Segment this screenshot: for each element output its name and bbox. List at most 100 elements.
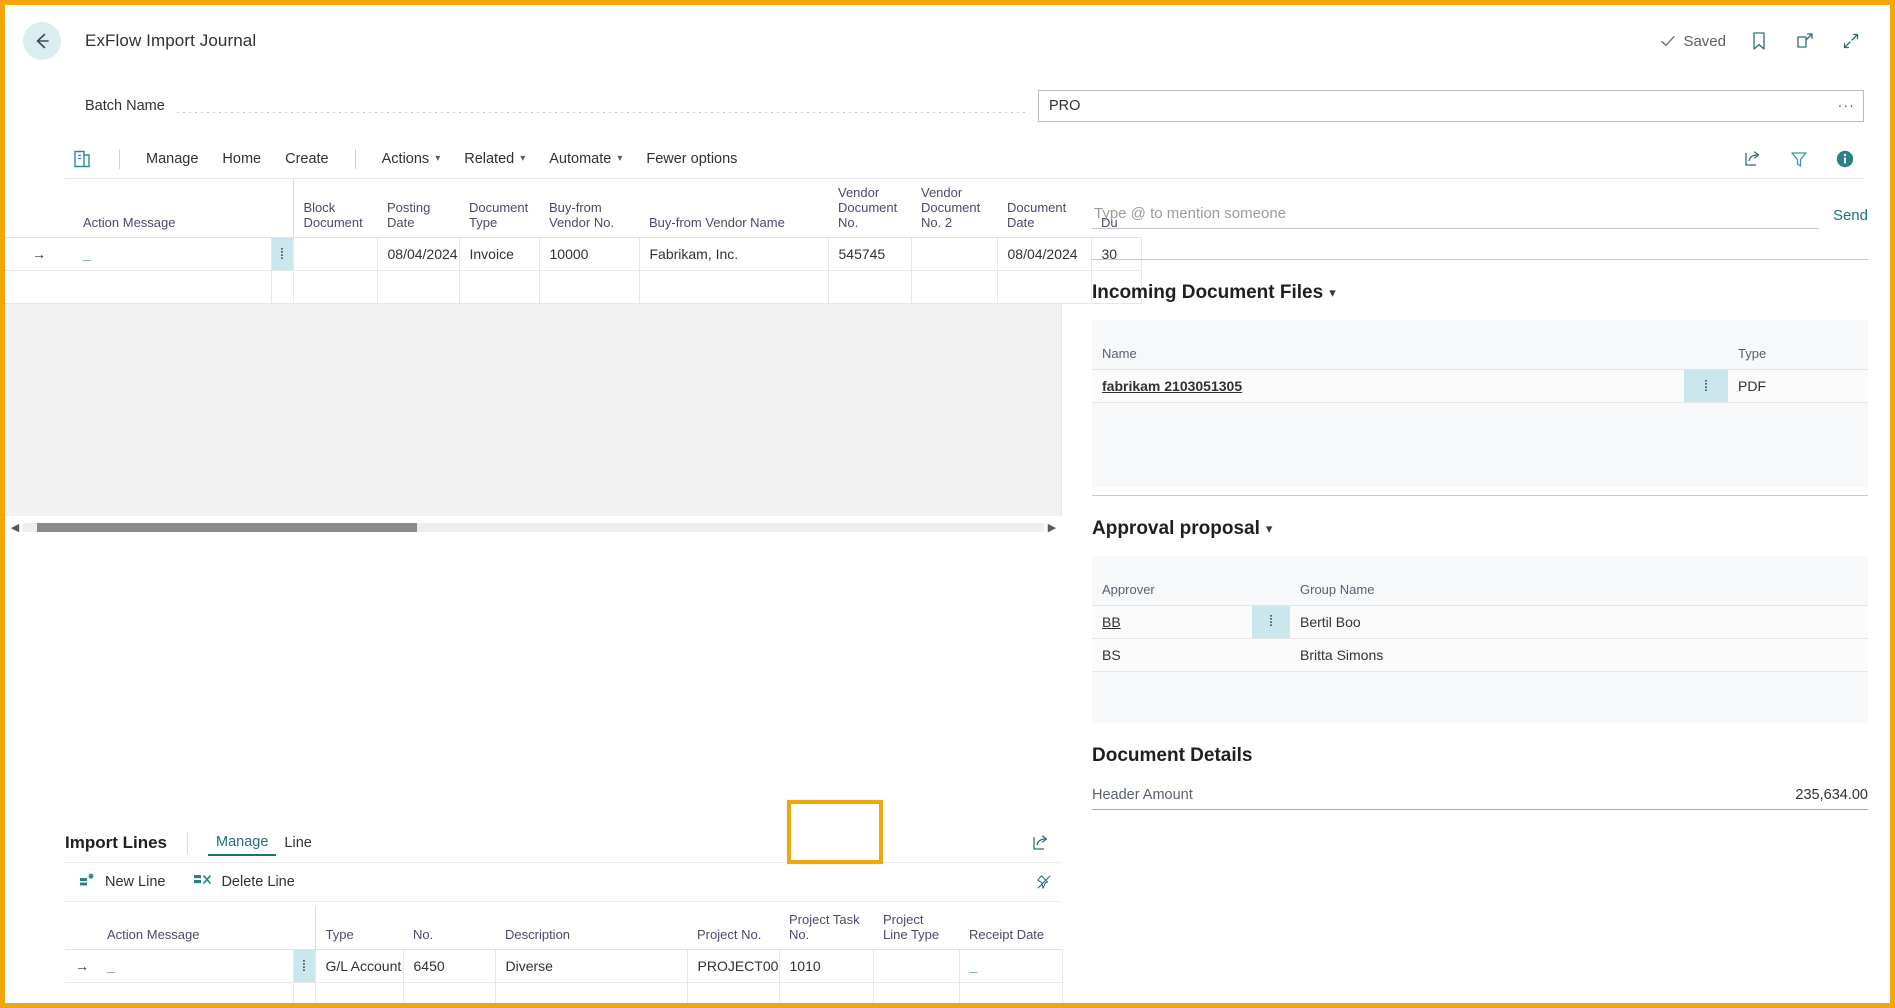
column-header-posting-date[interactable]: Posting Date [377, 179, 459, 238]
cell-empty[interactable] [495, 983, 687, 1008]
cell-empty[interactable] [639, 271, 828, 304]
cell-empty[interactable] [828, 271, 911, 304]
table-row[interactable]: → _ ⁞ 08/04/2024 Invoice 10000 Fabrikam,… [5, 238, 1141, 271]
cell-empty[interactable] [539, 271, 639, 304]
cell-group-name[interactable]: Bertil Boo [1290, 605, 1868, 638]
cell-empty[interactable] [687, 983, 779, 1008]
column-header-project-no[interactable]: Project No. [687, 906, 779, 950]
scroll-right-icon[interactable]: ▶ [1044, 521, 1060, 534]
column-header-block-document[interactable]: Block Document [293, 179, 377, 238]
cell-document-type[interactable]: Invoice [459, 238, 539, 271]
bookmark-icon[interactable] [1746, 28, 1772, 54]
cell-empty[interactable] [459, 271, 539, 304]
delete-line-button[interactable]: Delete Line [193, 872, 294, 892]
batch-name-lookup-button[interactable]: ··· [1838, 98, 1858, 114]
row-menu-button[interactable]: ⁞ [1684, 370, 1728, 403]
row-menu-button[interactable]: ⁞ [271, 238, 293, 271]
cell-file-name[interactable]: fabrikam 2103051305 [1092, 370, 1684, 403]
row-menu-button[interactable]: ⁞ [293, 950, 315, 983]
row-menu-button[interactable]: ⁞ [1252, 605, 1290, 638]
column-header-vendor-document-no-2[interactable]: Vendor Document No. 2 [911, 179, 997, 238]
column-header-vendor-document-no[interactable]: Vendor Document No. [828, 179, 911, 238]
table-row[interactable]: → _ ⁞ G/L Account 6450 Diverse PROJECT00… [65, 950, 1062, 983]
cell-empty[interactable] [779, 983, 873, 1008]
cell-block-document[interactable] [293, 238, 377, 271]
cell-type[interactable]: G/L Account [315, 950, 403, 983]
ribbon-menu-related[interactable]: Related ▾ [452, 145, 537, 173]
cell-empty[interactable] [959, 983, 1062, 1008]
chevron-down-icon[interactable]: ▾ [1266, 521, 1273, 537]
column-header-buy-from-vendor-name[interactable]: Buy-from Vendor Name [639, 179, 828, 238]
column-header-type[interactable]: Type [315, 906, 403, 950]
new-line-button[interactable]: New Line [79, 872, 165, 892]
cell-project-no[interactable]: PROJECT00010 [687, 950, 779, 983]
ribbon-item-manage[interactable]: Manage [134, 145, 210, 173]
cell-posting-date[interactable]: 08/04/2024 [377, 238, 459, 271]
cell-empty[interactable] [377, 271, 459, 304]
journal-grid-horizontal-scrollbar[interactable]: ◀ ▶ [5, 516, 1062, 538]
incoming-document-files-header[interactable]: Incoming Document Files ▾ [1092, 282, 1868, 304]
cell-empty[interactable] [403, 983, 495, 1008]
cell-empty[interactable] [315, 983, 403, 1008]
column-header-type[interactable]: Type [1728, 320, 1868, 370]
cell-file-type[interactable]: PDF [1728, 370, 1868, 403]
cell-group-name[interactable]: Britta Simons [1290, 638, 1868, 671]
column-header-buy-from-vendor-no[interactable]: Buy-from Vendor No. [539, 179, 639, 238]
cell-empty[interactable] [73, 271, 271, 304]
back-arrow-icon[interactable] [23, 22, 61, 60]
table-row[interactable]: BB ⁞ Bertil Boo [1092, 605, 1868, 638]
cell-action-message[interactable]: _ [97, 950, 293, 983]
cell-buy-from-vendor-name[interactable]: Fabrikam, Inc. [639, 238, 828, 271]
cell-empty[interactable] [873, 983, 959, 1008]
ribbon-menu-actions[interactable]: Actions ▾ [370, 145, 453, 173]
table-row[interactable]: fabrikam 2103051305 ⁞ PDF [1092, 370, 1868, 403]
column-header-project-task-no[interactable]: Project Task No. [779, 906, 873, 950]
table-row-empty[interactable] [65, 983, 1062, 1008]
cell-empty[interactable] [271, 271, 293, 304]
mention-input[interactable] [1092, 203, 1819, 229]
cell-no[interactable]: 6450 [403, 950, 495, 983]
chevron-down-icon[interactable]: ▾ [1329, 285, 1336, 301]
column-header-name[interactable]: Name [1092, 320, 1684, 370]
cell-approver[interactable]: BS [1092, 638, 1252, 671]
open-in-new-window-icon[interactable] [1792, 28, 1818, 54]
tab-manage[interactable]: Manage [208, 830, 276, 856]
cell-vendor-document-no[interactable]: 545745 [828, 238, 911, 271]
scroll-left-icon[interactable]: ◀ [7, 521, 23, 534]
cell-empty[interactable] [293, 271, 377, 304]
tab-line[interactable]: Line [276, 831, 319, 855]
cell-empty[interactable] [293, 983, 315, 1008]
cell-empty[interactable] [97, 983, 293, 1008]
column-header-description[interactable]: Description [495, 906, 687, 950]
cell-approver[interactable]: BB [1092, 605, 1252, 638]
column-header-no[interactable]: No. [403, 906, 495, 950]
column-header-action-message[interactable]: Action Message [97, 906, 293, 950]
cell-empty[interactable] [1252, 638, 1290, 671]
scrollbar-track[interactable] [23, 523, 1044, 532]
filter-icon[interactable] [1786, 146, 1812, 172]
file-name-link[interactable]: fabrikam 2103051305 [1102, 378, 1242, 394]
share-export-icon[interactable] [1028, 830, 1054, 856]
column-header-action-message[interactable]: Action Message [73, 179, 271, 238]
scrollbar-thumb[interactable] [37, 523, 417, 532]
cell-description[interactable]: Diverse [495, 950, 687, 983]
unpin-icon[interactable] [1036, 869, 1062, 895]
info-icon[interactable] [1832, 146, 1858, 172]
ribbon-item-create[interactable]: Create [273, 145, 341, 173]
ribbon-menu-automate[interactable]: Automate ▾ [537, 145, 634, 173]
cell-empty[interactable] [911, 271, 997, 304]
send-button[interactable]: Send [1833, 207, 1868, 229]
table-row[interactable]: BS Britta Simons [1092, 638, 1868, 671]
table-row-empty[interactable] [5, 271, 1141, 304]
cell-action-message[interactable]: _ [73, 238, 271, 271]
ribbon-item-home[interactable]: Home [210, 145, 273, 173]
column-header-receipt-date[interactable]: Receipt Date [959, 906, 1062, 950]
column-header-document-type[interactable]: Document Type [459, 179, 539, 238]
column-header-project-line-type[interactable]: Project Line Type [873, 906, 959, 950]
collapse-icon[interactable] [1838, 28, 1864, 54]
share-export-icon[interactable] [1740, 146, 1766, 172]
column-header-group-name[interactable]: Group Name [1290, 556, 1868, 606]
approval-proposal-header[interactable]: Approval proposal ▾ [1092, 518, 1868, 540]
batch-name-input[interactable]: PRO ··· [1038, 90, 1864, 122]
cell-project-task-no[interactable]: 1010 [779, 950, 873, 983]
